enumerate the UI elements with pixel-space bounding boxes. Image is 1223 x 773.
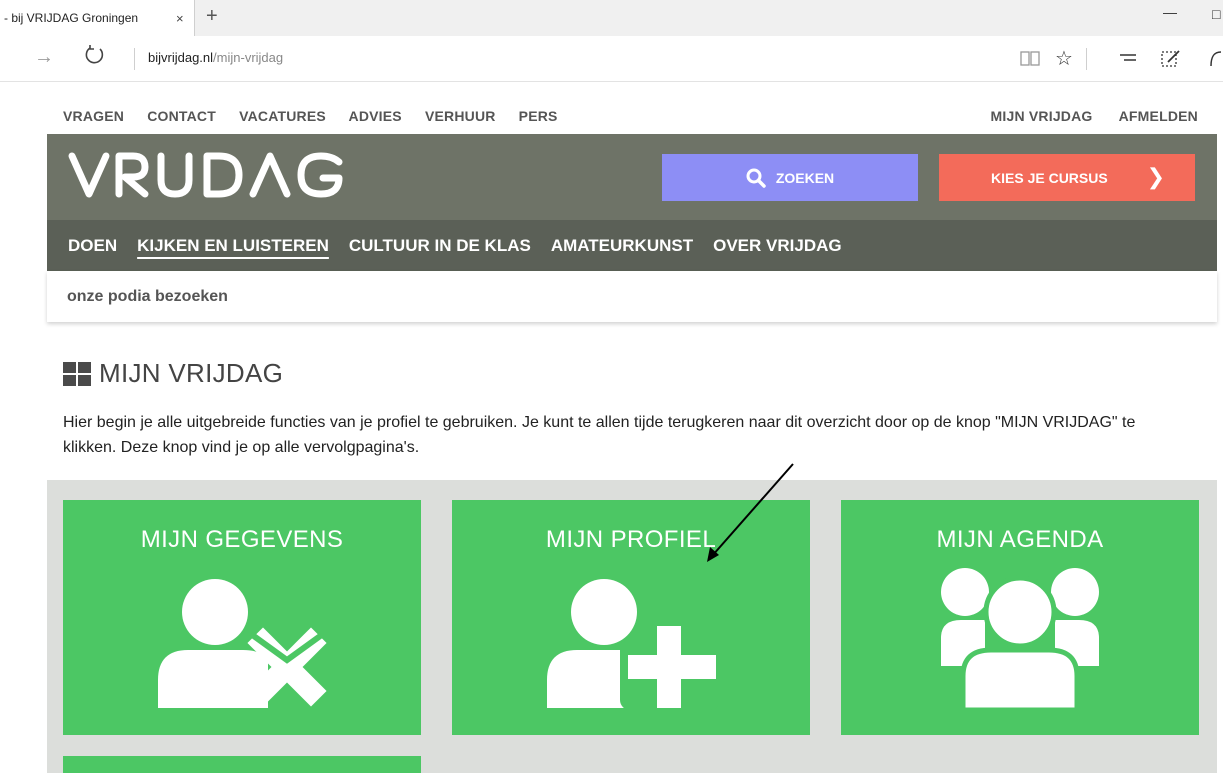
annotation-arrow	[707, 463, 794, 562]
